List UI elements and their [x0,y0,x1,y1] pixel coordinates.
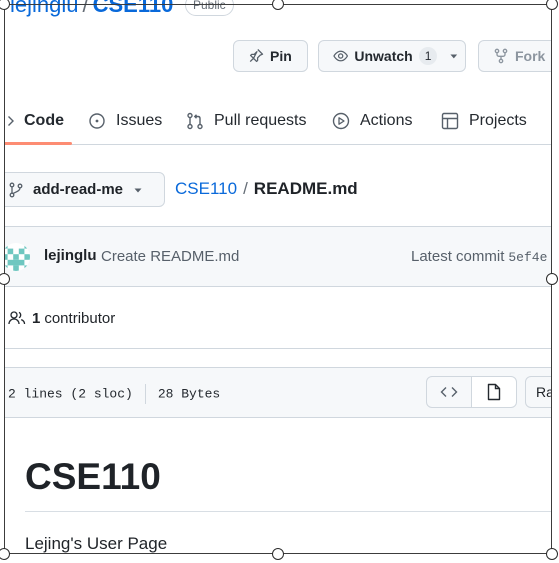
tab-actions-label: Actions [360,112,413,129]
branch-selector[interactable]: add-read-me [4,172,165,207]
caret-down-icon [134,188,142,192]
breadcrumb-separator: / [243,179,248,198]
people-icon [8,311,26,325]
file-info: 2 lines (2 sloc) 28 Bytes [8,384,220,404]
file-header-bar: 2 lines (2 sloc) 28 Bytes Raw [4,367,552,418]
caret-down-icon[interactable] [449,51,459,61]
tab-projects-label: Projects [469,112,527,129]
repo-name-link[interactable]: CSE110 [93,0,174,17]
git-branch-icon [9,182,23,197]
watch-label: Unwatch [354,48,413,64]
readme-heading-rule [25,511,552,512]
file-size: 28 Bytes [157,386,221,402]
resize-handle-top-right[interactable] [546,0,558,10]
pin-label: Pin [270,48,292,64]
author-avatar[interactable] [4,243,30,271]
branch-name: add-read-me [33,181,124,198]
eye-icon [333,50,349,62]
file-line-count: 2 lines (2 sloc) [8,386,133,402]
readme-heading: CSE110 [25,456,161,497]
resize-handle-bottom-right[interactable] [546,548,558,560]
resize-handle-bottom-left[interactable] [0,548,10,560]
tab-projects[interactable]: Projects [441,98,527,144]
latest-commit: Latest commit 5ef4e [411,248,547,265]
commit-sha-link[interactable]: 5ef4e [508,250,547,265]
table-icon [441,112,459,130]
resize-handle-right[interactable] [546,273,558,285]
pin-icon [249,49,264,63]
latest-commit-label: Latest commit [411,248,505,265]
breadcrumb-repo-link[interactable]: CSE110 [175,179,237,198]
tab-pull-requests-label: Pull requests [214,112,307,129]
breadcrumb-file: README.md [253,179,358,198]
github-file-view: lejinglu / CSE110 Public Pin Unwatch 1 For… [4,0,552,554]
tab-code-label: Code [24,112,64,129]
repo-title-separator: / [82,0,89,17]
tab-actions[interactable]: Actions [332,98,412,144]
file-breadcrumb: CSE110 / README.md [175,179,358,199]
tab-issues-label: Issues [116,112,163,129]
fork-label: Fork [515,48,546,64]
code-icon [440,387,458,397]
active-tab-underline [4,142,72,145]
watch-count: 1 [418,47,438,65]
tab-code[interactable]: Code [4,98,72,145]
tab-pull-requests[interactable]: Pull requests [186,98,307,144]
pull-request-icon [187,112,203,130]
commit-message-link[interactable]: Create README.md [101,248,239,265]
file-info-divider [144,384,146,404]
fork-button[interactable]: Fork [478,40,552,72]
repo-title: lejinglu / CSE110 [10,0,173,18]
raw-label: Raw [536,384,552,400]
latest-commit-bar: lejinglu Create README.md Latest commit 5… [4,226,552,287]
pin-button[interactable]: Pin [233,40,308,72]
fork-icon [494,48,508,64]
contributors-row[interactable]: 1 contributor [4,288,552,349]
commit-author-link[interactable]: lejinglu [44,247,97,264]
issue-icon [89,113,105,129]
resize-handle-bottom[interactable] [272,548,284,560]
display-rendered-button[interactable] [471,376,517,408]
raw-button[interactable]: Raw [525,376,552,408]
readme-paragraph: Lejing's User Page [25,534,168,553]
contributor-count: 1 [32,309,41,327]
play-icon [332,112,350,130]
visibility-badge: Public [185,0,234,16]
display-source-button[interactable] [426,376,472,408]
watch-button[interactable]: Unwatch 1 [318,40,466,72]
repo-nav-tabs: Code Issues Pull requests Actions Projec… [4,98,552,145]
contributor-label: contributor [44,309,116,327]
file-icon [487,383,501,401]
tab-issues[interactable]: Issues [88,98,162,144]
code-icon [8,116,14,126]
repo-owner-link[interactable]: lejinglu [10,0,79,17]
